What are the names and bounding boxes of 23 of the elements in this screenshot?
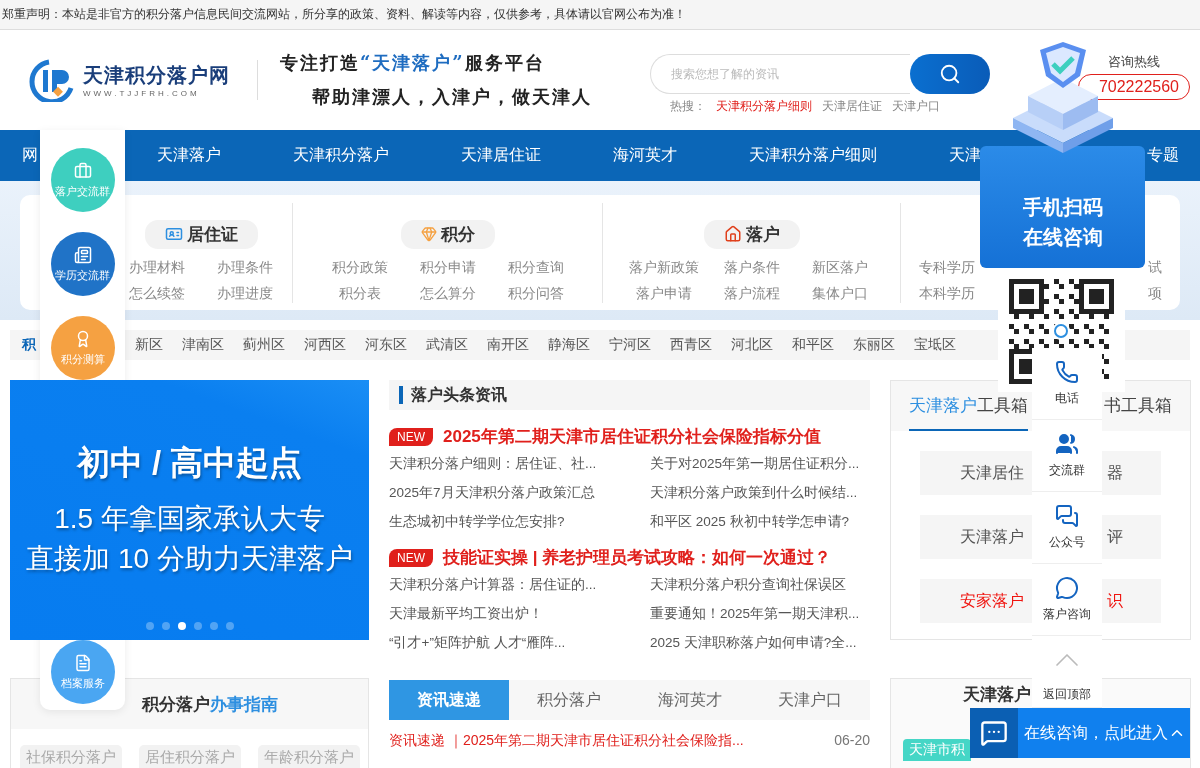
site-url: WWW.TJJFRH.COM (83, 89, 201, 98)
category-title: 积分 (440, 223, 475, 246)
slogan-text: 专注打造“天津落户”服务平台 (280, 51, 546, 75)
new-badge: NEW (389, 427, 433, 446)
category-title: 居住证 (186, 223, 238, 246)
hot-search-label: 热搜： (670, 97, 706, 115)
new-badge: NEW (389, 548, 433, 567)
section-title: 落户头条资讯 (411, 384, 507, 405)
qr-card-text: 在线咨询 (1022, 225, 1103, 250)
qr-card-text: 手机扫码 (1022, 195, 1103, 220)
guide-title: 积分落户办事指南 (141, 693, 278, 716)
banner-text: 直接加 10 分助力天津落户 (26, 541, 353, 576)
disclaimer-text: 郑重声明：本站是非官方的积分落户信息民间交流网站，所分享的政策、资料、解读等内容，仅供参考，具体请以官网公布为准！ (2, 6, 686, 23)
site-title: 天津积分落户网 (83, 63, 230, 88)
banner-text: 1.5 年拿国家承认大专 (54, 501, 325, 536)
ways-title: 天津落户 (963, 683, 1031, 706)
hotline-label: 咨询热线 (1108, 52, 1160, 71)
news-date: 06-20 (834, 732, 870, 750)
category-title: 落户 (745, 223, 780, 246)
slogan-text: 帮助津漂人，入津户，做天津人 (311, 85, 593, 109)
banner-text: 初中 / 高中起点 (76, 442, 303, 483)
district-label: 积 (22, 336, 36, 354)
tag: 天津市积 (903, 739, 971, 761)
